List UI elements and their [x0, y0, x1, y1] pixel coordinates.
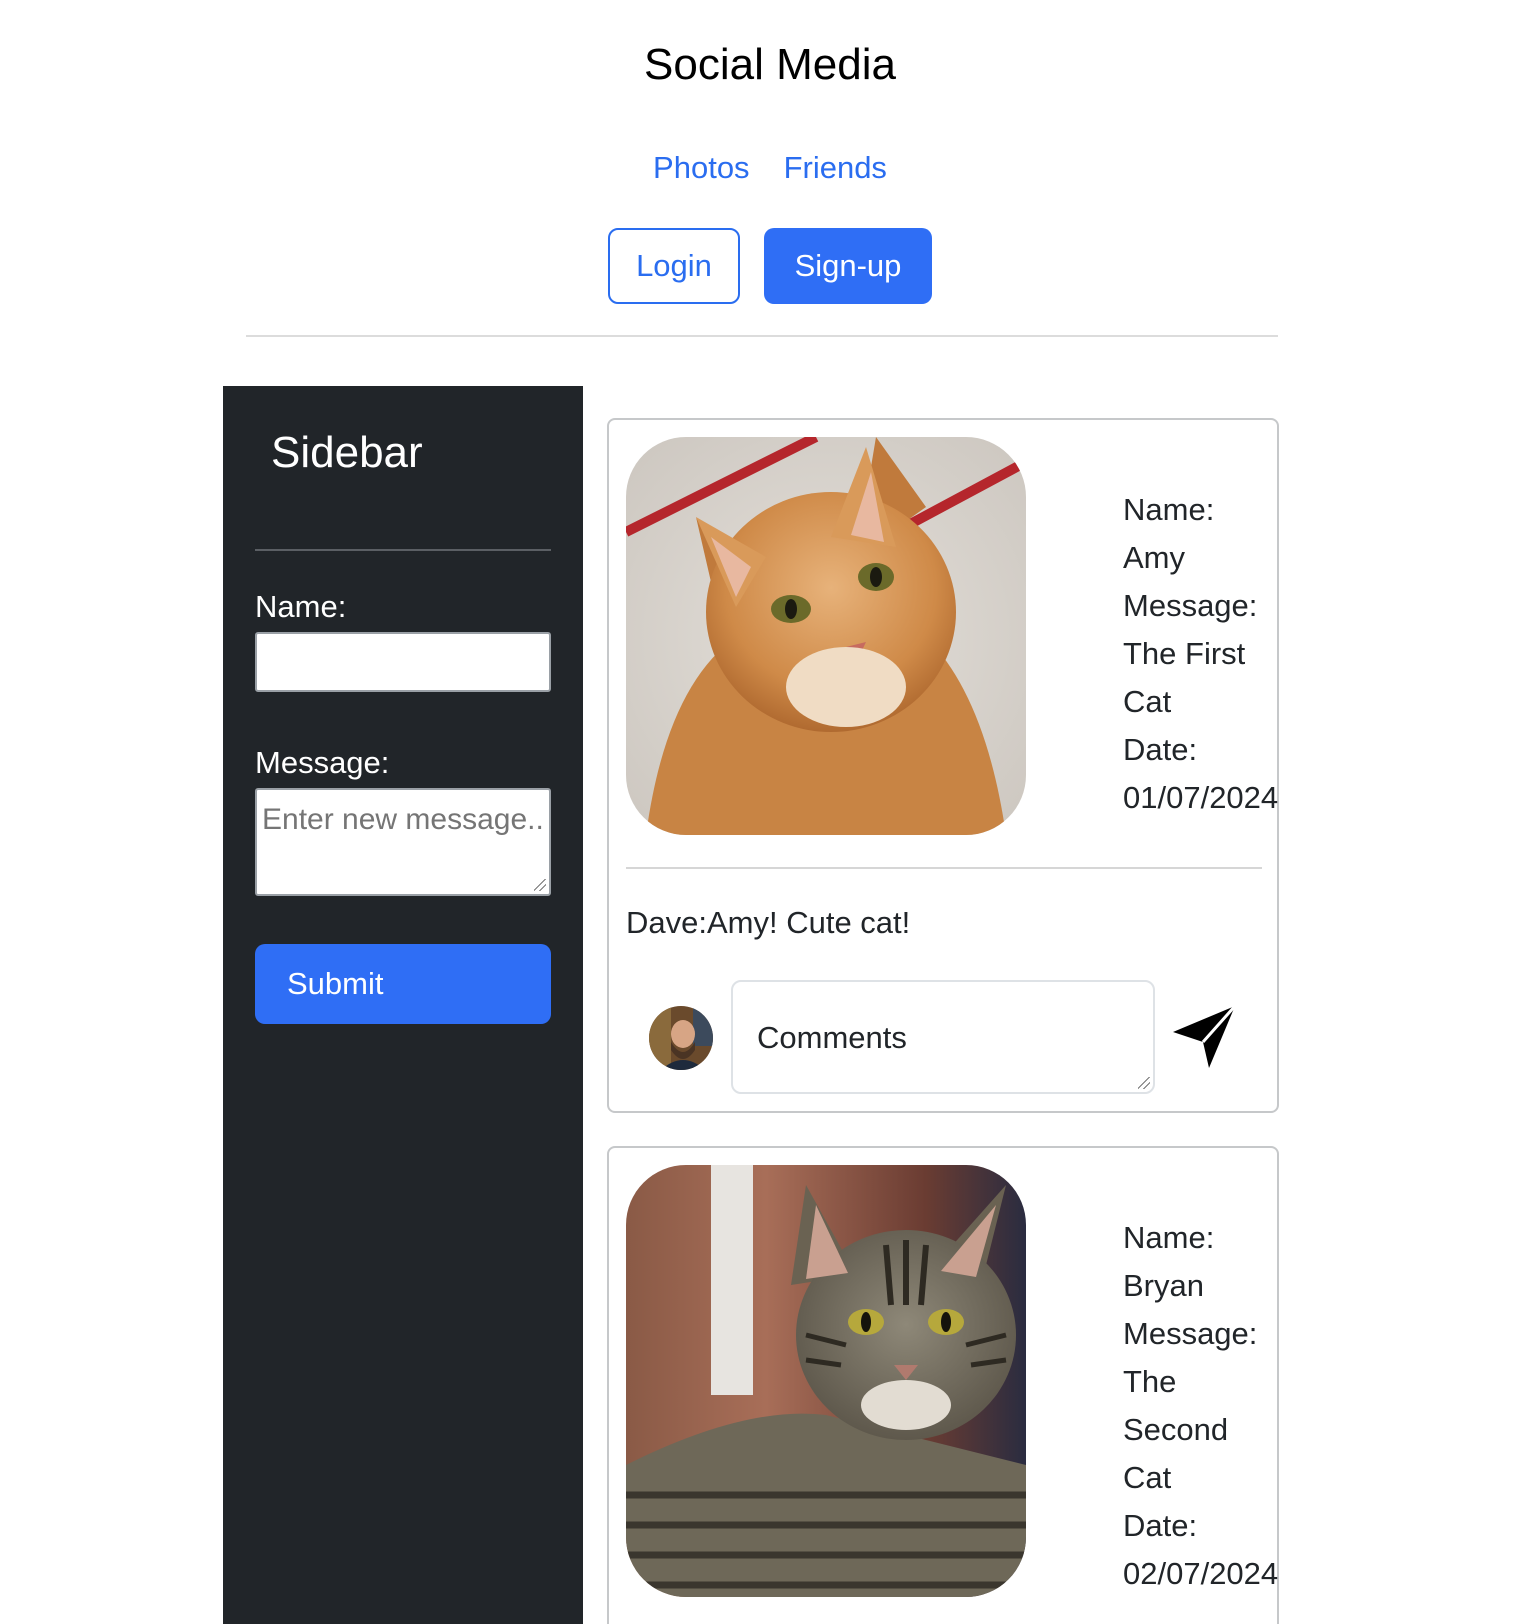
send-icon[interactable] — [1169, 1002, 1239, 1072]
info-line: Name: — [1123, 1220, 1215, 1255]
info-line: 01/07/2024 — [1123, 780, 1279, 815]
header-divider — [246, 335, 1278, 337]
comment-text: Dave:Amy! Cute cat! — [626, 905, 911, 940]
info-line: Second — [1123, 1412, 1229, 1447]
info-line: Cat — [1123, 684, 1172, 719]
auth-buttons: Login Sign-up — [0, 228, 1518, 304]
avatar — [649, 1006, 713, 1070]
orange-cat-photo — [626, 437, 1026, 835]
submit-button[interactable]: Submit — [255, 944, 551, 1024]
sidebar-title: Sidebar — [271, 428, 423, 477]
info-line: Bryan — [1123, 1268, 1204, 1303]
info-line: Date: — [1123, 1508, 1198, 1543]
post-divider — [626, 867, 1262, 869]
info-line: Message: — [1123, 1316, 1258, 1351]
comment-input[interactable]: Comments — [731, 980, 1155, 1094]
name-field[interactable] — [255, 632, 551, 692]
info-line: The — [1123, 1364, 1177, 1399]
sidebar: Sidebar Name: Message: Enter new message… — [223, 386, 583, 1624]
post-info: Name: Bryan Message: The Second Cat Date… — [1123, 1214, 1323, 1598]
name-label: Name: — [255, 589, 347, 624]
message-field[interactable]: Enter new message.. — [255, 788, 551, 896]
info-line: Date: — [1123, 732, 1198, 767]
post-card: Name: Amy Message: The First Cat Date: 0… — [607, 418, 1279, 1113]
message-label: Message: — [255, 745, 390, 780]
login-button[interactable]: Login — [608, 228, 740, 304]
resize-handle-icon[interactable] — [1138, 1077, 1150, 1089]
main-nav: Photos Friends — [0, 150, 1518, 186]
info-line: The First — [1123, 636, 1246, 671]
page-title: Social Media — [644, 40, 896, 89]
info-line: Message: — [1123, 588, 1258, 623]
resize-handle-icon[interactable] — [534, 879, 546, 891]
post-card: Name: Bryan Message: The Second Cat Date… — [607, 1146, 1279, 1624]
sidebar-divider — [255, 549, 551, 551]
nav-link-friends[interactable]: Friends — [784, 150, 887, 186]
comment-placeholder: Comments — [757, 1020, 907, 1055]
message-placeholder: Enter new message.. — [262, 803, 544, 836]
nav-link-photos[interactable]: Photos — [653, 150, 750, 186]
info-line: Amy — [1123, 540, 1185, 575]
signup-button[interactable]: Sign-up — [764, 228, 932, 304]
info-line: 02/07/2024 — [1123, 1556, 1279, 1591]
post-info: Name: Amy Message: The First Cat Date: 0… — [1123, 486, 1323, 822]
tabby-cat-photo — [626, 1165, 1026, 1597]
info-line: Name: — [1123, 492, 1215, 527]
info-line: Cat — [1123, 1460, 1172, 1495]
